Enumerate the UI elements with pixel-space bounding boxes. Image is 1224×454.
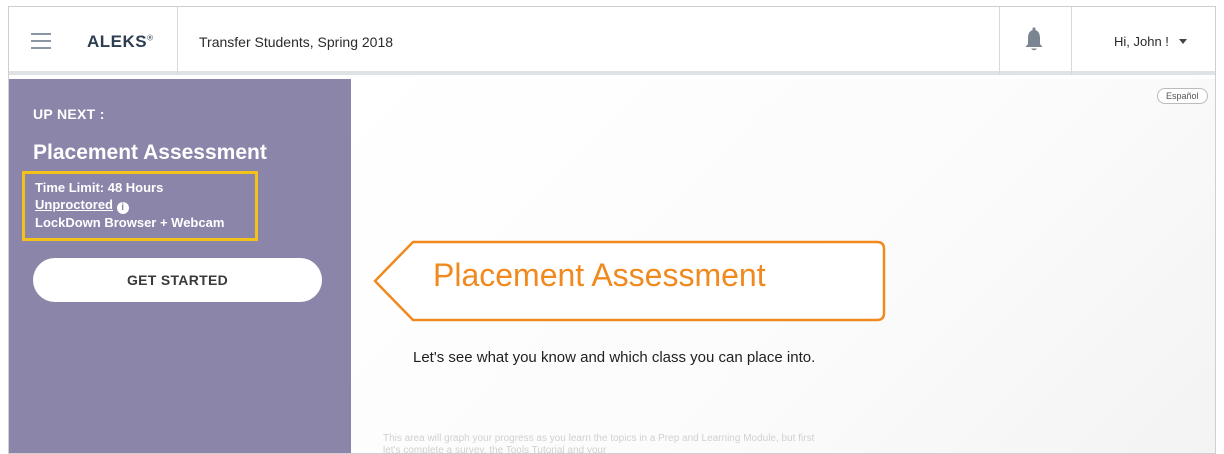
app-frame: ALEKS® Transfer Students, Spring 2018 Hi… xyxy=(8,6,1216,454)
language-toggle-button[interactable]: Español xyxy=(1157,88,1208,104)
bell-icon[interactable] xyxy=(1024,27,1044,53)
progress-placeholder-text: This area will graph your progress as yo… xyxy=(383,433,815,454)
info-icon[interactable]: i xyxy=(116,202,129,214)
header-divider xyxy=(999,7,1000,75)
top-bar: ALEKS® Transfer Students, Spring 2018 Hi… xyxy=(9,7,1215,75)
aleks-logo[interactable]: ALEKS® xyxy=(87,32,154,52)
intro-text: Let's see what you know and which class … xyxy=(413,349,816,366)
hamburger-menu-icon[interactable] xyxy=(31,33,51,49)
get-started-button[interactable]: GET STARTED xyxy=(33,258,322,302)
header-divider xyxy=(1071,7,1072,75)
assessment-details-box: Time Limit: 48 Hours Unproctored i LockD… xyxy=(22,171,258,241)
header-divider xyxy=(177,7,178,75)
assessment-title: Placement Assessment xyxy=(33,141,267,164)
time-limit-text: Time Limit: 48 Hours xyxy=(35,180,164,195)
assessment-banner: Placement Assessment xyxy=(369,239,887,323)
banner-title: Placement Assessment xyxy=(433,257,766,293)
proctoring-row: Unproctored i xyxy=(35,196,255,214)
chevron-down-icon xyxy=(1178,39,1187,44)
browser-requirement-text: LockDown Browser + Webcam xyxy=(35,215,225,230)
user-menu[interactable]: Hi, John ! xyxy=(1114,34,1187,49)
main-content: Español Placement Assessment Let's see w… xyxy=(351,79,1215,454)
sidebar: UP NEXT : Placement Assessment Time Limi… xyxy=(9,79,351,453)
up-next-label: UP NEXT : xyxy=(33,106,105,122)
unproctored-link[interactable]: Unproctored xyxy=(35,197,113,212)
user-greeting: Hi, John ! xyxy=(1114,34,1169,49)
class-name[interactable]: Transfer Students, Spring 2018 xyxy=(199,34,393,50)
